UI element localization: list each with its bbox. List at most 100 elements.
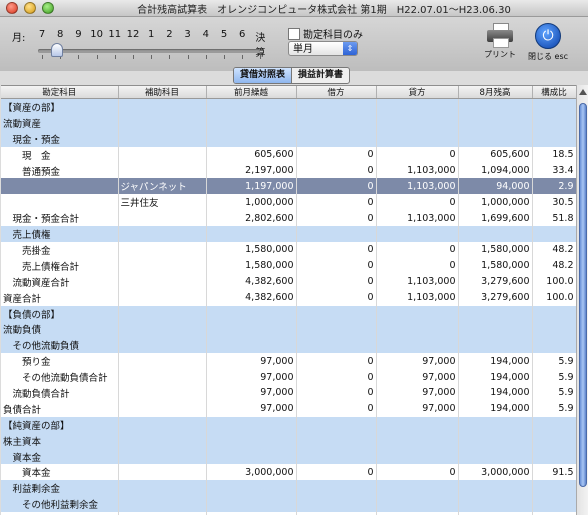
table-cell xyxy=(118,162,207,179)
table-cell: 売上債権 xyxy=(1,226,119,243)
table-row[interactable]: 普通預金 2,197,000 0 1,103,000 1,094,000 33.4 xyxy=(1,162,576,179)
table-cell: 1,103,000 xyxy=(376,210,459,227)
table-cell: 負債合計 xyxy=(1,400,119,417)
table-cell: 流動資産 xyxy=(1,114,119,131)
month-tick-label[interactable]: 4 xyxy=(198,29,214,40)
month-tick-label[interactable]: 8 xyxy=(52,29,68,40)
table-cell: 現 金 xyxy=(1,146,119,163)
title-bar: 合計残高試算表 オレンジコンピュータ株式会社 第1期 H22.07.01〜H23… xyxy=(0,0,588,17)
column-header[interactable]: 貸方 xyxy=(376,86,459,99)
table-cell xyxy=(206,480,297,497)
table-row[interactable]: 【負債の部】 xyxy=(1,305,576,322)
period-select-value: 単月 xyxy=(293,44,313,55)
month-tick-label[interactable]: 1 xyxy=(143,29,159,40)
table-cell xyxy=(296,432,377,449)
table-row[interactable]: 流動資産 xyxy=(1,114,576,131)
table-cell xyxy=(458,98,533,115)
printer-icon xyxy=(486,23,514,48)
table-row[interactable]: 資産合計 4,382,600 0 1,103,000 3,279,600 100.0 xyxy=(1,289,576,306)
table-row[interactable]: 負債合計 97,000 0 97,000 194,000 5.9 xyxy=(1,400,576,417)
table-cell: 97,000 xyxy=(206,400,297,417)
scrollbar-thumb[interactable] xyxy=(579,103,587,487)
vertical-scrollbar[interactable] xyxy=(576,85,588,515)
table-row[interactable]: 売掛金 1,580,000 0 0 1,580,000 48.2 xyxy=(1,242,576,258)
table-cell xyxy=(118,480,207,497)
month-tick-label[interactable]: 5 xyxy=(216,29,232,40)
table-row[interactable]: 預り金 97,000 0 97,000 194,000 5.9 xyxy=(1,353,576,370)
table-row[interactable]: 資本金 3,000,000 0 0 3,000,000 91.5 xyxy=(1,464,576,481)
table-cell: 100.0 xyxy=(532,289,576,306)
table-cell: 資本金 xyxy=(1,448,119,465)
table-cell xyxy=(296,321,377,338)
table-row[interactable]: 【資産の部】 xyxy=(1,98,576,115)
table-row[interactable]: その他流動負債 xyxy=(1,337,576,354)
table-cell xyxy=(376,480,459,497)
table-row[interactable]: 【純資産の部】 xyxy=(1,416,576,433)
table-cell: 売掛金 xyxy=(1,242,119,258)
table-cell xyxy=(118,369,207,386)
column-header[interactable]: 補助科目 xyxy=(118,86,207,99)
column-header[interactable]: 勘定科目 xyxy=(1,86,119,99)
tab-income-statement[interactable]: 損益計算書 xyxy=(291,68,349,83)
column-header[interactable]: 8月残高 xyxy=(458,86,533,99)
table-row[interactable]: 利益剰余金 xyxy=(1,480,576,497)
table-cell: 0 xyxy=(296,400,377,417)
table-cell xyxy=(458,416,533,433)
table-cell xyxy=(206,321,297,338)
column-header[interactable]: 前月繰越 xyxy=(206,86,297,99)
month-slider-thumb[interactable] xyxy=(51,43,63,57)
table-cell xyxy=(458,226,533,243)
table-cell xyxy=(296,130,377,147)
table-row[interactable]: 売上債権合計 1,580,000 0 0 1,580,000 48.2 xyxy=(1,257,576,274)
slider-tick-mark xyxy=(78,55,80,59)
period-select[interactable]: 単月 ⇕ xyxy=(288,41,358,56)
table-cell xyxy=(118,273,207,290)
table-cell: 0 xyxy=(296,162,377,179)
table-row[interactable]: 三井住友 1,000,000 0 0 1,000,000 30.5 xyxy=(1,194,576,211)
column-header[interactable]: 借方 xyxy=(296,86,377,99)
month-tick-label[interactable]: 10 xyxy=(89,29,105,40)
print-button[interactable]: プリント xyxy=(478,23,522,60)
table-row[interactable]: 現 金 605,600 0 0 605,600 18.5 xyxy=(1,146,576,163)
month-slider[interactable] xyxy=(38,49,260,53)
account-only-checkbox[interactable]: 勘定科目のみ xyxy=(288,26,363,41)
table-row[interactable]: 株主資本 xyxy=(1,432,576,449)
table-cell: その他流動負債 xyxy=(1,337,119,354)
month-tick-label[interactable]: 12 xyxy=(125,29,141,40)
table-cell xyxy=(458,337,533,354)
table-cell xyxy=(296,98,377,115)
table-row[interactable]: ジャパンネット 1,197,000 0 1,103,000 94,000 2.9 xyxy=(1,178,576,195)
table-cell xyxy=(206,305,297,322)
table-row[interactable]: 売上債権 xyxy=(1,226,576,243)
table-cell xyxy=(532,480,576,497)
month-tick-label[interactable]: 7 xyxy=(34,29,50,40)
table-cell: 1,103,000 xyxy=(376,178,459,195)
table-row[interactable]: 資本金 xyxy=(1,448,576,465)
month-tick-label[interactable]: 11 xyxy=(107,29,123,40)
month-tick-label[interactable]: 9 xyxy=(70,29,86,40)
table-cell xyxy=(376,337,459,354)
table-row[interactable]: 流動負債合計 97,000 0 97,000 194,000 5.9 xyxy=(1,385,576,401)
column-header[interactable]: 構成比 xyxy=(532,86,576,99)
tab-balance-sheet[interactable]: 貸借対照表 xyxy=(234,68,292,83)
month-tick-label[interactable]: 2 xyxy=(161,29,177,40)
month-tick-label[interactable]: 6 xyxy=(234,29,250,40)
table-row[interactable]: 現金・預金合計 2,802,600 0 1,103,000 1,699,600 51.8 xyxy=(1,210,576,227)
table-cell: 30.5 xyxy=(532,194,576,211)
table-row[interactable]: 流動資産合計 4,382,600 0 1,103,000 3,279,600 100.0 xyxy=(1,273,576,290)
checkbox-box[interactable] xyxy=(288,28,300,40)
slider-tick-mark xyxy=(169,55,171,59)
slider-tick-mark xyxy=(242,55,244,59)
table-row[interactable]: 現金・預金 xyxy=(1,130,576,147)
scroll-up-arrow-icon[interactable] xyxy=(579,89,587,95)
month-tick-label[interactable]: 3 xyxy=(180,29,196,40)
table-cell xyxy=(206,337,297,354)
table-row[interactable]: その他利益剰余金 xyxy=(1,496,576,513)
table-cell xyxy=(376,416,459,433)
table-row[interactable]: 流動負債 xyxy=(1,321,576,338)
table-row[interactable]: その他流動負債合計 97,000 0 97,000 194,000 5.9 xyxy=(1,369,576,386)
month-slider-ticks xyxy=(38,55,262,60)
close-button[interactable]: ⏻ 閉じる esc xyxy=(526,23,570,62)
table-cell: 4,382,600 xyxy=(206,273,297,290)
slider-tick-mark xyxy=(42,55,43,59)
